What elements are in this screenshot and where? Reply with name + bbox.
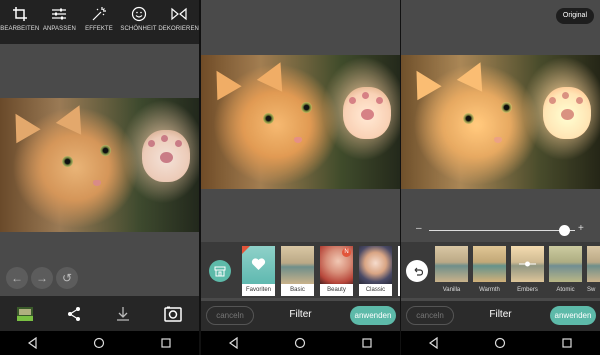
recents-icon[interactable] — [361, 337, 373, 349]
tool-label: ANPASSEN — [42, 26, 76, 32]
filter-detail-screen: Original – + Vanilla Warmth Embers Atomi… — [401, 0, 600, 355]
filter-name: Warmth — [479, 287, 500, 293]
filter-category-screen: Favoriten Basic N Beauty Classic canceln… — [201, 0, 400, 355]
intensity-slider-handle[interactable] — [559, 225, 571, 236]
apply-button[interactable]: anwenden — [550, 306, 596, 325]
filter-action-bar: canceln Filter anwenden — [201, 301, 400, 331]
filter-list-strip: Vanilla Warmth Embers Atomic Sw — [401, 242, 600, 298]
apply-button[interactable]: anwenden — [350, 306, 396, 325]
crop-icon — [12, 7, 27, 21]
redo-icon: → — [36, 271, 48, 285]
new-badge: N — [342, 248, 351, 257]
sliders-icon — [52, 8, 67, 20]
history-button[interactable]: ↺ — [56, 267, 78, 289]
tool-effekte[interactable]: EFFEKTE — [79, 0, 119, 44]
tool-label: EFFEKTE — [85, 26, 113, 32]
camera-icon[interactable] — [164, 306, 183, 322]
system-nav-bar — [0, 331, 199, 355]
filter-category-beauty[interactable]: N Beauty — [320, 246, 353, 296]
home-icon[interactable] — [93, 337, 105, 349]
back-to-categories-button[interactable] — [406, 260, 428, 282]
filter-action-bar: canceln Filter anwenden — [401, 301, 600, 331]
photo-preview[interactable] — [401, 55, 600, 189]
tool-label: DEKORIEREN — [158, 26, 199, 32]
filter-atomic[interactable]: Atomic — [549, 246, 582, 296]
filter-warmth[interactable]: Warmth — [473, 246, 506, 296]
undo-button[interactable]: ← — [6, 267, 28, 289]
intensity-slider-track[interactable] — [429, 230, 575, 231]
filter-category-classic[interactable]: Classic — [359, 246, 392, 296]
adjust-icon — [519, 261, 536, 267]
editor-toolbar: BEARBEITEN ANPASSEN EFFEKTE SCHÖNHEIT DE… — [0, 0, 199, 44]
filter-category-basic[interactable]: Basic — [281, 246, 314, 296]
filter-vanilla[interactable]: Vanilla — [435, 246, 468, 296]
photo-preview[interactable] — [201, 55, 400, 189]
tool-anpassen[interactable]: ANPASSEN — [40, 0, 80, 44]
filter-sw[interactable]: Sw — [587, 246, 600, 296]
filter-name: Basic — [290, 287, 305, 293]
slider-minus-label: – — [416, 223, 422, 234]
recents-icon[interactable] — [160, 337, 172, 349]
tool-label: SCHÖNHEIT — [120, 26, 157, 32]
store-icon — [214, 266, 226, 276]
home-icon[interactable] — [294, 337, 306, 349]
new-corner-ribbon — [242, 246, 250, 254]
filter-category-strip: Favoriten Basic N Beauty Classic — [201, 242, 400, 298]
filter-name: Classic — [365, 287, 386, 293]
filter-name: Atomic — [556, 287, 575, 293]
gallery-icon[interactable] — [16, 307, 33, 321]
redo-button[interactable]: → — [31, 267, 53, 289]
filter-name: Favoriten — [245, 287, 271, 293]
filter-strip-overflow — [398, 246, 400, 296]
recents-icon[interactable] — [561, 337, 573, 349]
back-icon[interactable] — [228, 337, 240, 349]
editor-screen: BEARBEITEN ANPASSEN EFFEKTE SCHÖNHEIT DE… — [0, 0, 199, 355]
slider-plus-label: + — [578, 223, 584, 234]
filter-name: Sw — [587, 287, 596, 293]
filter-name: Embers — [517, 287, 538, 293]
smile-icon — [131, 6, 146, 22]
download-icon[interactable] — [115, 306, 131, 322]
tool-label: BEARBEITEN — [0, 26, 40, 32]
share-icon[interactable] — [66, 306, 82, 322]
bowtie-icon — [171, 7, 187, 21]
filter-embers-selected[interactable]: Embers — [511, 246, 544, 296]
return-icon — [414, 267, 423, 276]
tool-bearbeiten[interactable]: BEARBEITEN — [0, 0, 40, 44]
home-icon[interactable] — [494, 337, 506, 349]
filter-name: Vanilla — [442, 287, 461, 293]
system-nav-bar — [201, 331, 400, 355]
tool-schoenheit[interactable]: SCHÖNHEIT — [119, 0, 159, 44]
bottom-action-bar — [0, 296, 199, 332]
filter-name: Beauty — [327, 287, 346, 293]
sparkle-icon — [92, 7, 106, 21]
system-nav-bar — [401, 331, 600, 355]
back-icon[interactable] — [27, 337, 39, 349]
heart-icon — [251, 258, 266, 270]
tool-dekorieren[interactable]: DEKORIEREN — [158, 0, 199, 44]
back-icon[interactable] — [428, 337, 440, 349]
original-toggle[interactable]: Original — [555, 8, 594, 24]
history-icon: ↺ — [61, 271, 73, 285]
filter-store-button[interactable] — [209, 260, 231, 282]
undo-icon: ← — [11, 271, 23, 285]
photo-preview[interactable] — [0, 98, 199, 232]
